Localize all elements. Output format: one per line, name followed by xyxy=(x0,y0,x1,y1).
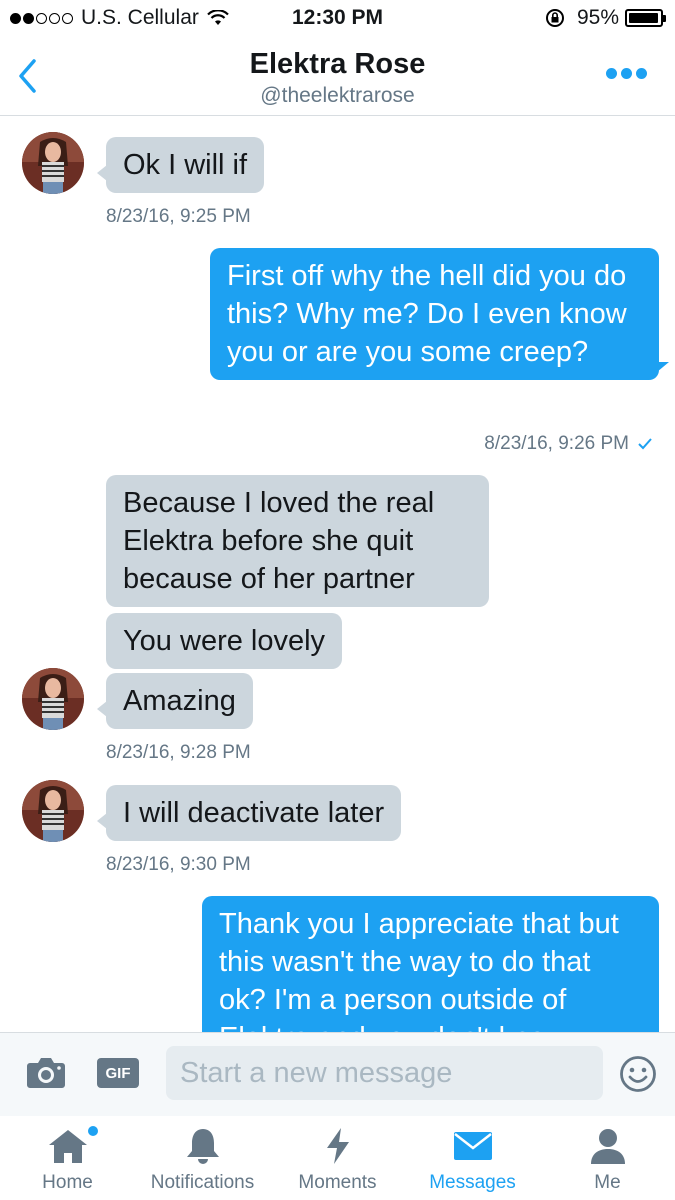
message-bubble-incoming[interactable]: Because I loved the real Elektra before … xyxy=(106,475,489,607)
emoji-icon[interactable] xyxy=(619,1055,657,1093)
message-timestamp: 8/23/16, 9:30 PM xyxy=(106,854,251,875)
more-options-button[interactable] xyxy=(606,68,647,79)
tab-me[interactable]: Me xyxy=(540,1116,675,1200)
message-text: Amazing xyxy=(123,685,236,717)
conversation-handle: @theelektrarose xyxy=(260,84,415,107)
battery-icon xyxy=(625,9,666,27)
profile-photo xyxy=(22,780,84,842)
message-timestamp: 8/23/16, 9:28 PM xyxy=(106,742,251,763)
message-bubble-incoming[interactable]: Ok I will if xyxy=(97,137,265,193)
tab-bar: Home Notifications Moments Messages Me xyxy=(0,1116,675,1200)
tab-label: Home xyxy=(42,1172,93,1193)
message-bubble-outgoing[interactable]: First off why the hell did you do this? … xyxy=(210,248,669,380)
tab-moments[interactable]: Moments xyxy=(270,1116,405,1200)
timestamp-text: 8/23/16, 9:26 PM xyxy=(484,433,629,454)
tab-messages[interactable]: Messages xyxy=(405,1116,540,1200)
rotation-lock-icon xyxy=(545,9,564,27)
message-thread[interactable]: Ok I will if 8/23/16, 9:25 PM First off … xyxy=(0,117,675,1032)
message-bubble-incoming[interactable]: You were lovely xyxy=(106,613,343,669)
message-timestamp: 8/23/16, 9:25 PM xyxy=(106,206,251,227)
home-icon xyxy=(48,1130,87,1163)
avatar[interactable] xyxy=(22,132,84,194)
message-text: First off why the hell did you do this? … xyxy=(227,260,627,368)
message-composer: GIF xyxy=(0,1032,675,1116)
message-text: Ok I will if xyxy=(123,149,248,181)
message-text: I will deactivate later xyxy=(123,797,385,829)
bell-icon xyxy=(186,1129,219,1164)
profile-photo xyxy=(22,132,84,194)
tab-notifications[interactable]: Notifications xyxy=(135,1116,270,1200)
read-check-icon xyxy=(638,438,652,450)
message-bubble-incoming[interactable]: Amazing xyxy=(97,673,253,729)
battery-percent: 95% xyxy=(576,6,619,29)
notification-dot xyxy=(88,1126,98,1136)
message-text: Because I loved the real Elektra before … xyxy=(123,487,435,595)
message-input[interactable] xyxy=(166,1046,603,1100)
more-dots-icon xyxy=(606,68,617,79)
message-text: Thank you I appreciate that but this was… xyxy=(219,908,619,1032)
camera-icon[interactable] xyxy=(26,1055,66,1089)
lightning-icon xyxy=(326,1128,349,1164)
person-icon xyxy=(590,1129,625,1164)
tab-label: Me xyxy=(594,1172,621,1193)
status-bar: U.S. Cellular 12:30 PM 95% xyxy=(0,0,675,38)
status-right: 95% xyxy=(545,6,666,30)
tab-label: Moments xyxy=(298,1172,377,1193)
message-bubble-outgoing[interactable]: Thank you I appreciate that but this was… xyxy=(202,896,659,1032)
message-timestamp: 8/23/16, 9:26 PM xyxy=(484,433,653,455)
avatar[interactable] xyxy=(22,780,84,842)
gif-button[interactable]: GIF xyxy=(97,1058,139,1088)
message-bubble-incoming[interactable]: I will deactivate later xyxy=(97,785,402,841)
profile-photo xyxy=(22,668,84,730)
tab-label: Notifications xyxy=(150,1172,255,1193)
tab-label: Messages xyxy=(429,1172,516,1193)
conversation-header: Elektra Rose @theelektrarose xyxy=(0,38,675,116)
tab-home[interactable]: Home xyxy=(0,1116,135,1200)
envelope-icon xyxy=(453,1132,492,1160)
avatar[interactable] xyxy=(22,668,84,730)
message-text: You were lovely xyxy=(123,625,326,657)
conversation-title[interactable]: Elektra Rose xyxy=(0,48,675,81)
